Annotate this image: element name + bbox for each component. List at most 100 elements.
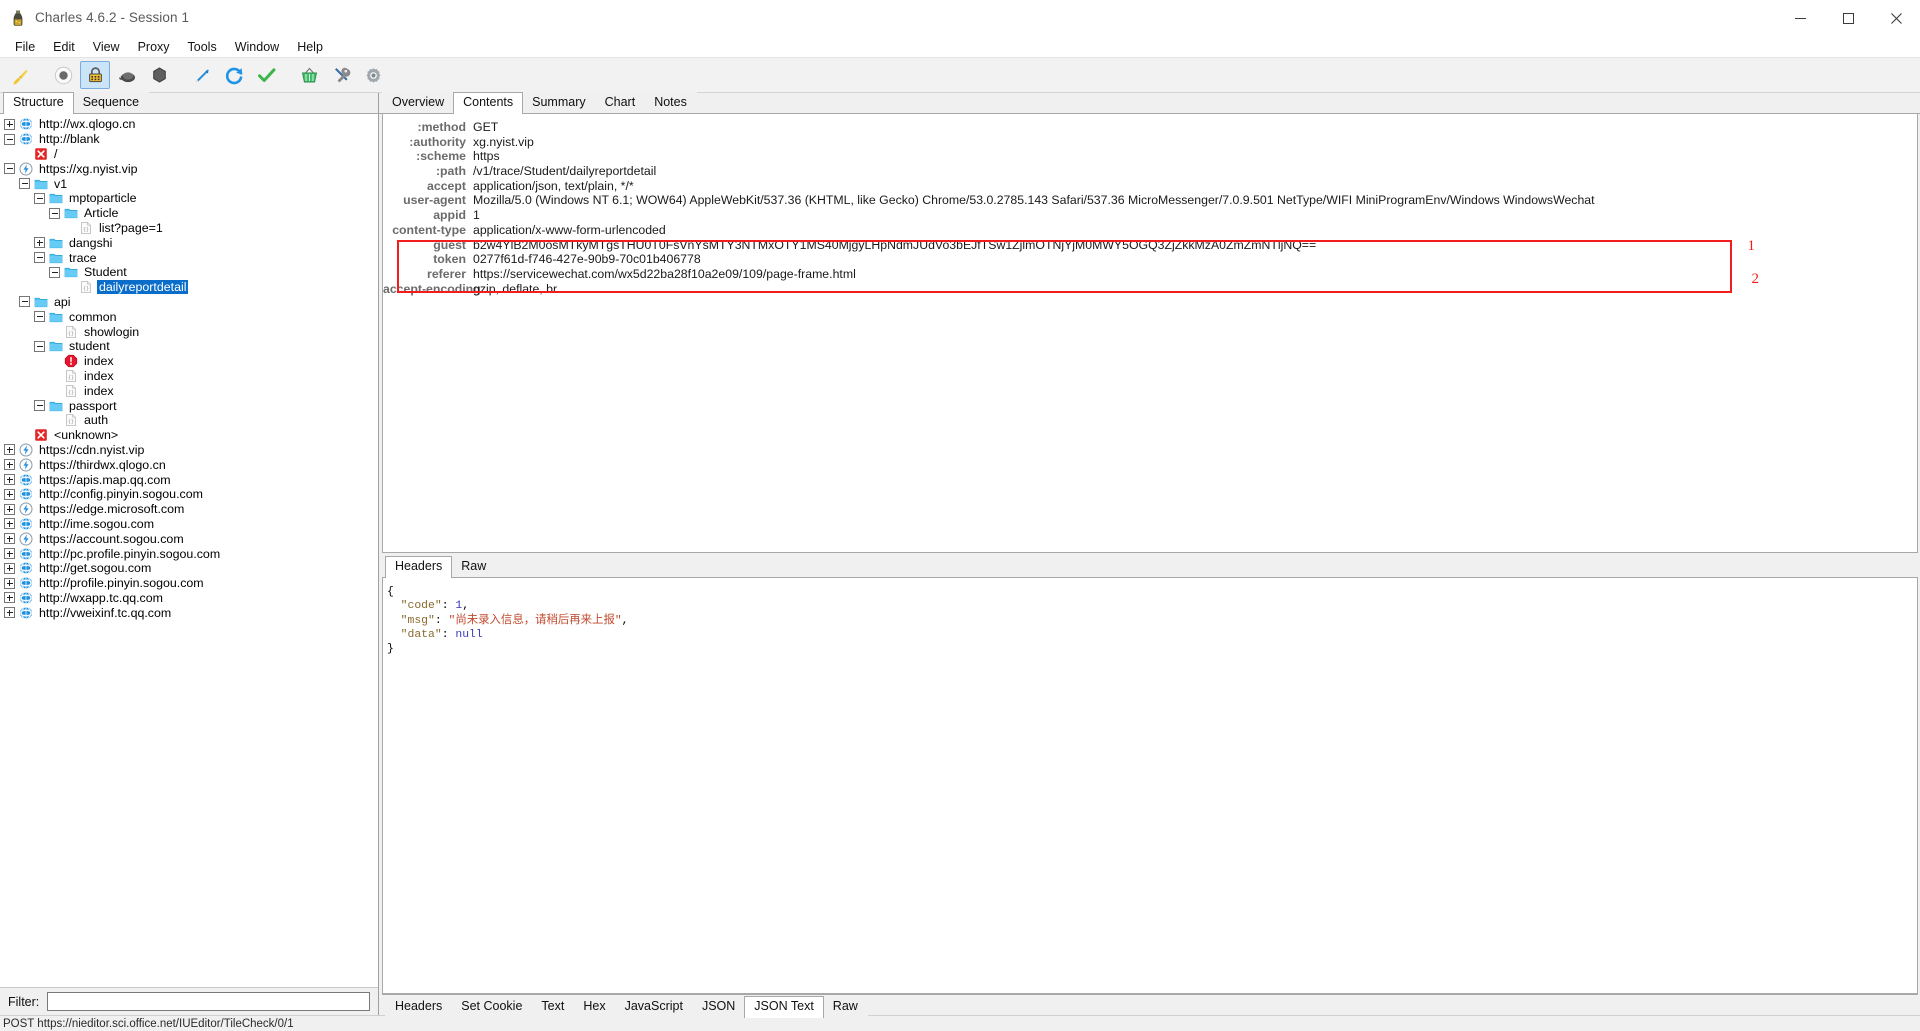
header-row[interactable]: appid 1 (383, 208, 1917, 223)
record-icon[interactable] (48, 61, 78, 89)
menu-tools[interactable]: Tools (179, 38, 226, 56)
breakpoints-icon[interactable] (144, 61, 174, 89)
collapse-toggle-icon[interactable] (34, 311, 45, 323)
header-row[interactable]: :method GET (383, 120, 1917, 135)
tab-resp-headers[interactable]: Headers (385, 996, 453, 1017)
collapse-toggle-icon[interactable] (34, 340, 45, 352)
expand-toggle-icon[interactable] (4, 518, 15, 530)
menu-help[interactable]: Help (288, 38, 332, 56)
collapse-toggle-icon[interactable] (19, 178, 30, 190)
tree-node-https-xg-nyist-vip[interactable]: https://xg.nyist.vip (0, 161, 378, 176)
collapse-toggle-icon[interactable] (49, 266, 60, 278)
menu-edit[interactable]: Edit (44, 38, 84, 56)
tree-node-showlogin[interactable]: {} showlogin (0, 324, 378, 339)
tab-summary[interactable]: Summary (522, 92, 596, 113)
tree-node-mptoparticle[interactable]: mptoparticle (0, 191, 378, 206)
tree-node-index[interactable]: index (0, 354, 378, 369)
header-row[interactable]: :authority xg.nyist.vip (383, 135, 1917, 150)
expand-toggle-icon[interactable] (4, 533, 15, 545)
tree-node-http-vweixinf-tc-qq-com[interactable]: http://vweixinf.tc.qq.com (0, 605, 378, 620)
tree-node-http-profile-pinyin-sogou-com[interactable]: http://profile.pinyin.sogou.com (0, 576, 378, 591)
tab-sequence[interactable]: Sequence (72, 92, 150, 113)
header-row[interactable]: token 0277f61d-f746-427e-90b9-70c01b40677… (383, 252, 1917, 267)
tools-basket-icon[interactable] (294, 61, 324, 89)
settings-wrench-icon[interactable] (326, 61, 356, 89)
tree-node-http-config-pinyin-sogou-com[interactable]: http://config.pinyin.sogou.com (0, 487, 378, 502)
tree-node-common[interactable]: common (0, 309, 378, 324)
validate-check-icon[interactable] (251, 61, 281, 89)
ssl-proxying-icon[interactable] (80, 61, 110, 89)
tree-node-index[interactable]: {} index (0, 383, 378, 398)
collapse-toggle-icon[interactable] (4, 163, 15, 175)
expand-toggle-icon[interactable] (4, 577, 15, 589)
tree-node-auth[interactable]: {} auth (0, 413, 378, 428)
collapse-toggle-icon[interactable] (49, 207, 60, 219)
tree-node-dangshi[interactable]: dangshi (0, 235, 378, 250)
tree-node-https-account-sogou-com[interactable]: https://account.sogou.com (0, 531, 378, 546)
collapse-toggle-icon[interactable] (19, 296, 30, 308)
tree-node-https-thirdwx-qlogo-cn[interactable]: https://thirdwx.qlogo.cn (0, 457, 378, 472)
tree-node-list-page-1[interactable]: {} list?page=1 (0, 221, 378, 236)
compose-pen-icon[interactable] (187, 61, 217, 89)
tree-node-dailyreportdetail[interactable]: {} dailyreportdetail (0, 280, 378, 295)
tab-resp-hex[interactable]: Hex (573, 996, 616, 1017)
menu-window[interactable]: Window (226, 38, 288, 56)
filter-input[interactable] (47, 992, 370, 1011)
menu-view[interactable]: View (84, 38, 129, 56)
header-row[interactable]: accept application/json, text/plain, */* (383, 179, 1917, 194)
tree-node-index[interactable]: {} index (0, 369, 378, 384)
preferences-gear-icon[interactable] (358, 61, 388, 89)
throttling-icon[interactable] (112, 61, 142, 89)
tab-chart[interactable]: Chart (594, 92, 646, 113)
expand-toggle-icon[interactable] (4, 444, 15, 456)
tree-node-http-pc-profile-pinyin-sogou-com[interactable]: http://pc.profile.pinyin.sogou.com (0, 546, 378, 561)
menu-proxy[interactable]: Proxy (129, 38, 179, 56)
tree-node-student[interactable]: Student (0, 265, 378, 280)
collapse-toggle-icon[interactable] (4, 133, 15, 145)
tab-resp-setcookie[interactable]: Set Cookie (451, 996, 533, 1017)
tree-node-http-wx-qlogo-cn[interactable]: http://wx.qlogo.cn (0, 117, 378, 132)
tree-node-http-wxapp-tc-qq-com[interactable]: http://wxapp.tc.qq.com (0, 591, 378, 606)
tab-resp-raw[interactable]: Raw (822, 996, 868, 1017)
expand-toggle-icon[interactable] (4, 474, 15, 486)
tab-resp-text[interactable]: Text (531, 996, 575, 1017)
tab-resp-json-text[interactable]: JSON Text (744, 996, 824, 1018)
header-row[interactable]: user-agent Mozilla/5.0 (Windows NT 6.1; W… (383, 193, 1917, 208)
header-row[interactable]: :scheme https (383, 149, 1917, 164)
header-row[interactable]: content-type application/x-www-form-urlen… (383, 223, 1917, 238)
repeat-refresh-icon[interactable] (219, 61, 249, 89)
tab-resp-json[interactable]: JSON (691, 996, 746, 1017)
session-tree[interactable]: http://wx.qlogo.cn http://blank / https://x… (0, 114, 378, 987)
tree-node-unknown[interactable]: <unknown> (0, 428, 378, 443)
tree-node-article[interactable]: Article (0, 206, 378, 221)
expand-toggle-icon[interactable] (4, 503, 15, 515)
collapse-toggle-icon[interactable] (34, 252, 45, 264)
tree-node-https-edge-microsoft-com[interactable]: https://edge.microsoft.com (0, 502, 378, 517)
menu-file[interactable]: File (6, 38, 44, 56)
tree-node-api[interactable]: api (0, 295, 378, 310)
expand-toggle-icon[interactable] (4, 548, 15, 559)
tree-node-http-get-sogou-com[interactable]: http://get.sogou.com (0, 561, 378, 576)
expand-toggle-icon[interactable] (4, 459, 15, 471)
tree-node-passport[interactable]: passport (0, 398, 378, 413)
tab-req-headers[interactable]: Headers (385, 556, 453, 578)
tree-node-student[interactable]: student (0, 339, 378, 354)
tree-node-https-cdn-nyist-vip[interactable]: https://cdn.nyist.vip (0, 443, 378, 458)
tab-resp-javascript[interactable]: JavaScript (614, 996, 693, 1017)
collapse-toggle-icon[interactable] (34, 400, 45, 412)
tab-overview[interactable]: Overview (382, 92, 455, 113)
tree-node-http-blank[interactable]: http://blank (0, 132, 378, 147)
tab-req-raw[interactable]: Raw (451, 556, 497, 577)
clear-session-icon[interactable] (5, 61, 35, 89)
expand-toggle-icon[interactable] (34, 237, 45, 249)
request-headers-viewer[interactable]: :method GET:authority xg.nyist.vip:scheme h… (382, 114, 1918, 553)
header-row[interactable]: :path/v1/trace/Student/dailyreportdetail (383, 164, 1917, 179)
response-body-viewer[interactable]: { "code": 1, "msg": "尚未录入信息，请稍后再来上报", "d… (382, 578, 1918, 994)
header-row[interactable]: accept-encoding gzip, deflate, br (383, 282, 1917, 297)
header-row[interactable]: guest b2w4YlB2M0osMTkyMTgsTHU0T0FsVnYsMTY… (383, 238, 1917, 253)
expand-toggle-icon[interactable] (4, 562, 15, 574)
tab-structure[interactable]: Structure (3, 92, 74, 114)
close-button[interactable] (1872, 0, 1920, 36)
collapse-toggle-icon[interactable] (34, 192, 45, 204)
tree-node-trace[interactable]: trace (0, 250, 378, 265)
